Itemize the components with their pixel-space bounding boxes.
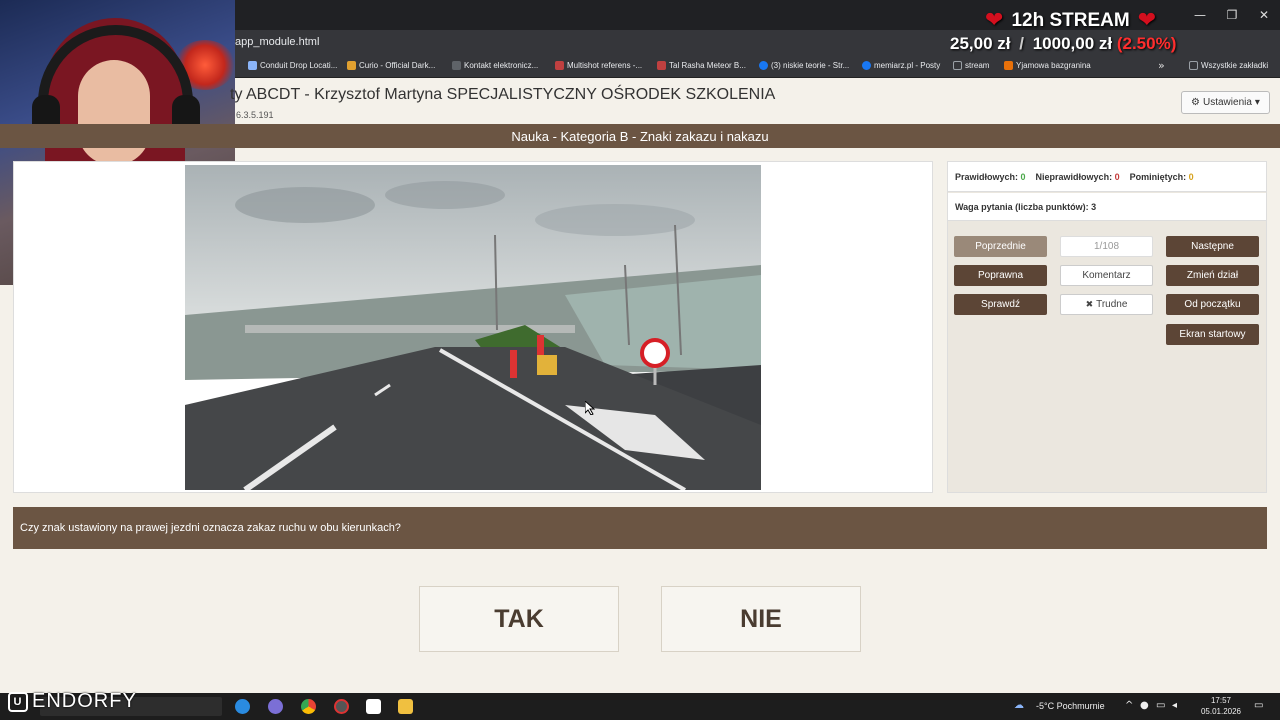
bookmark-icon [347,61,356,70]
show-correct-button[interactable]: Poprawna [954,265,1047,286]
discord-icon[interactable] [268,699,283,714]
donation-target: 1000,00 zł [1032,34,1113,53]
app-icon[interactable] [366,699,381,714]
gear-icon: ⚙ [1191,97,1200,108]
volume-icon[interactable]: ◂ [1172,700,1177,711]
notifications-icon[interactable]: ▭ [1254,700,1263,711]
weather-cloud-icon: ☁ [1014,700,1024,711]
endorfy-mark: U [8,691,28,712]
network-icon[interactable]: ▭ [1156,700,1165,711]
answer-yes-button[interactable]: TAK [419,586,619,652]
facebook-icon [759,61,768,70]
comment-button[interactable]: Komentarz [1060,265,1153,286]
app-version: 6.3.5.191 [236,110,274,120]
minimize-button[interactable]: — [1184,0,1216,30]
facebook-icon [862,61,871,70]
window-controls: — ❐ ✕ [1184,0,1280,30]
bollard-base [537,355,557,375]
caret-down-icon: ▾ [1254,97,1260,108]
endorfy-wordmark: ENDORFY [32,690,137,712]
stream-title-text: 12h STREAM [1011,9,1130,31]
chrome-icon[interactable] [301,699,316,714]
all-bookmarks-folder[interactable]: Wszystkie zakładki [1189,61,1268,70]
bookmark-kontakt[interactable]: Kontakt elektronicz... [452,61,538,70]
question-weight: Waga pytania (liczba punktów): 3 [948,193,1266,221]
donation-percent: (2.50%) [1116,34,1177,53]
bookmark-multishot[interactable]: Multishot referens -... [555,61,642,70]
bookmark-niskie-teorie[interactable]: (3) niskie teorie - Str... [759,61,849,70]
url-text[interactable]: app_module.html [235,36,319,48]
restart-button[interactable]: Od początku [1166,294,1259,315]
question-text: Czy znak ustawiony na prawej jezdni ozna… [13,507,1267,549]
next-button[interactable]: Następne [1166,236,1259,257]
donation-goal: 25,00 zł / 1000,00 zł (2.50%) [950,34,1176,54]
heart-icon: ❤ [985,8,1004,33]
copilot-icon[interactable] [235,699,250,714]
obs-icon[interactable] [334,699,349,714]
difficult-label: Trudne [1096,299,1128,310]
settings-label: Ustawienia [1203,97,1252,108]
bookmark-icon [555,61,564,70]
stat-correct: Prawidłowych: 0 [955,171,1026,182]
settings-dropdown-button[interactable]: ⚙ Ustawienia ▾ [1181,91,1270,114]
page-title: ty ABCDT - Krzysztof Martyna SPECJALISTY… [230,86,776,103]
cloud [535,204,695,236]
tray-overflow-icon[interactable]: ^ [1125,700,1133,711]
file-explorer-icon[interactable] [398,699,413,714]
microphone-icon[interactable]: ● [1140,700,1149,711]
category-header: Nauka - Kategoria B - Znaki zakazu i nak… [0,124,1280,148]
folder-icon [1189,61,1198,70]
stat-skipped: Pominiętych: 0 [1129,171,1194,182]
bookmark-memiarz[interactable]: memiarz.pl - Posty [862,61,940,70]
bookmark-yjamowa[interactable]: Yjamowa bazgranina [1004,61,1091,70]
page-indicator-input[interactable]: 1/108 [1060,236,1153,257]
bookmark-icon [1004,61,1013,70]
bookmark-conduit[interactable]: Conduit Drop Locati... [248,61,337,70]
start-screen-button[interactable]: Ekran startowy [1166,324,1259,345]
bookmark-icon [452,61,461,70]
folder-icon [953,61,962,70]
bookmark-tal-rasha[interactable]: Tal Rasha Meteor B... [657,61,746,70]
cloud [385,181,505,209]
score-stats: Prawidłowych: 0 Nieprawidłowych: 0 Pomin… [948,162,1266,192]
difficult-button[interactable]: ✖ Trudne [1060,294,1153,315]
maximize-button[interactable]: ❐ [1216,0,1248,30]
mouse-cursor-icon [585,401,595,415]
change-section-button[interactable]: Zmień dział [1166,265,1259,286]
bookmark-curio[interactable]: Curio - Official Dark... [347,61,435,70]
weather-text[interactable]: -5°C Pochmurnie [1036,701,1105,711]
bookmark-folder-stream[interactable]: stream [953,61,989,70]
cloud [235,187,375,223]
taskbar-clock[interactable]: 17:57 05.01.2026 [1200,695,1242,717]
donation-current: 25,00 zł [950,34,1011,53]
bookmark-icon [248,61,257,70]
question-photo [185,165,761,490]
close-icon: ✖ [1085,299,1094,310]
bookmark-icon [657,61,666,70]
donation-separator: / [1019,34,1024,53]
endorfy-logo: U ENDORFY [8,690,137,713]
previous-button[interactable]: Poprzednie [954,236,1047,257]
clock-time: 17:57 [1210,696,1232,705]
heart-icon: ❤ [1137,8,1157,33]
bollard [510,350,517,378]
answer-no-button[interactable]: NIE [661,586,861,652]
stat-incorrect: Nieprawidłowych: 0 [1035,171,1120,182]
bookmarks-overflow-icon[interactable]: » [1158,59,1165,72]
check-button[interactable]: Sprawdź [954,294,1047,315]
clock-date: 05.01.2026 [1200,707,1242,716]
no-entry-sign [640,338,670,368]
stream-goal-title: ❤ 12h STREAM ❤ [985,8,1156,33]
close-window-button[interactable]: ✕ [1248,0,1280,30]
control-panel: Prawidłowych: 0 Nieprawidłowych: 0 Pomin… [947,161,1267,493]
